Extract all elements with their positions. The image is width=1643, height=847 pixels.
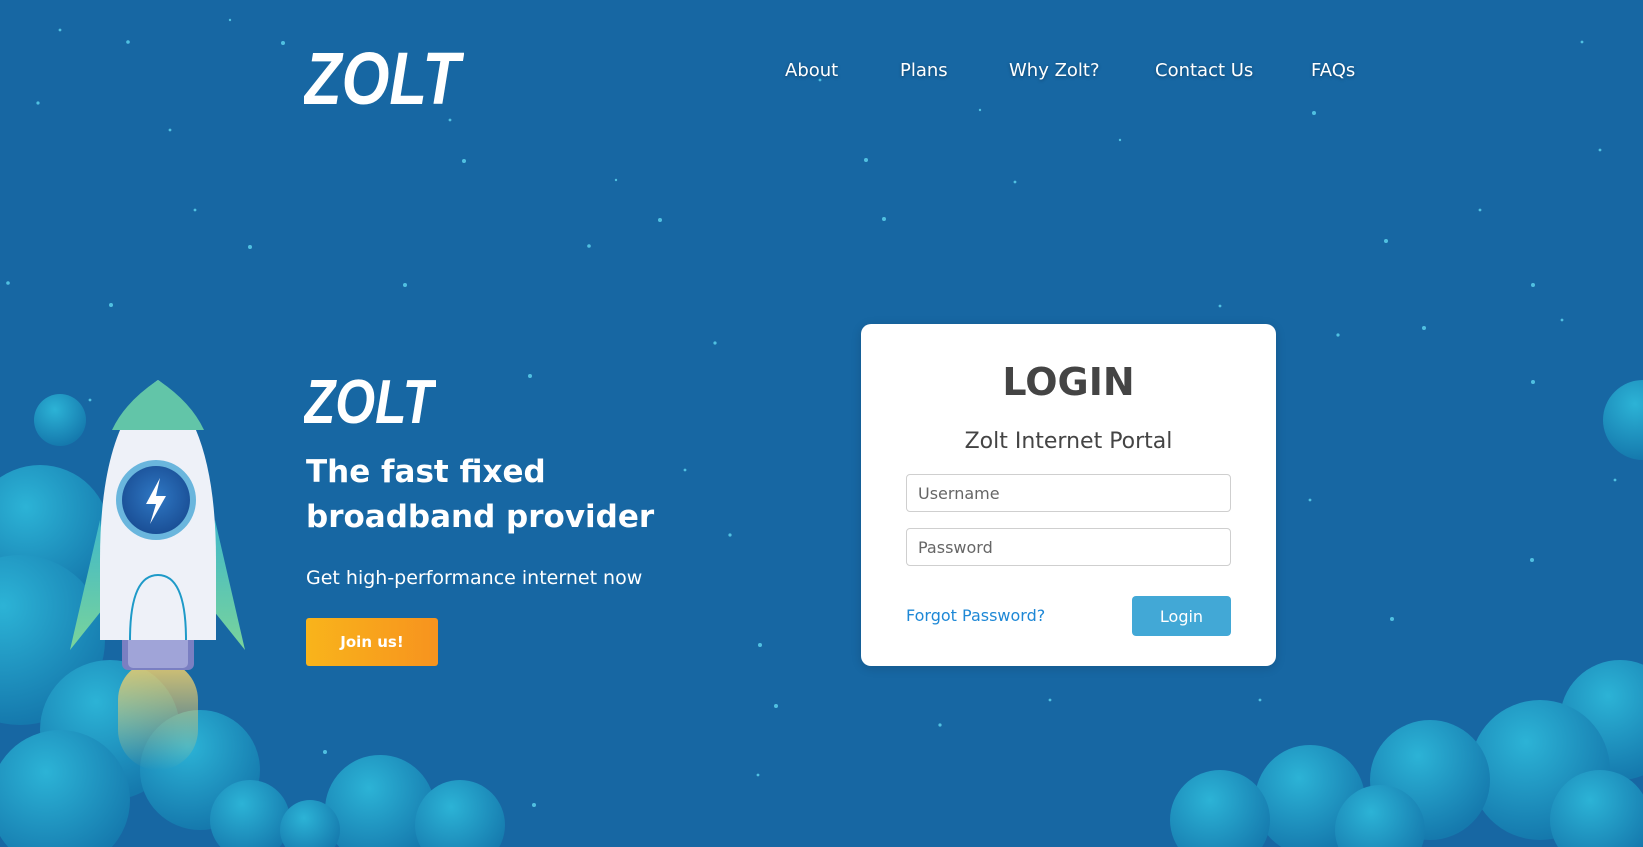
username-input[interactable] xyxy=(906,474,1231,512)
login-title: LOGIN xyxy=(1002,360,1135,404)
join-us-button[interactable]: Join us! xyxy=(306,618,438,666)
login-card: LOGIN Zolt Internet Portal Forgot Passwo… xyxy=(861,324,1276,666)
login-button[interactable]: Login xyxy=(1132,596,1231,636)
svg-text:ZOLT: ZOLT xyxy=(304,370,436,428)
stars xyxy=(6,18,1617,807)
nav-item-plans[interactable]: Plans xyxy=(900,60,948,81)
password-input[interactable] xyxy=(906,528,1231,566)
nav-item-contact-us[interactable]: Contact Us xyxy=(1155,60,1253,81)
hero-subtitle: Get high-performance internet now xyxy=(306,567,643,589)
background-art xyxy=(0,18,1643,847)
portal-subtitle: Zolt Internet Portal xyxy=(964,429,1173,454)
hero-title: The fast fixed broadband provider xyxy=(306,454,655,535)
nav-item-about[interactable]: About xyxy=(785,60,838,81)
hero-logo: ZOLT xyxy=(304,370,436,428)
nav-item-why-zolt[interactable]: Why Zolt? xyxy=(1009,60,1100,81)
nav-item-faqs[interactable]: FAQs xyxy=(1311,60,1355,81)
main-nav: About Plans Why Zolt? Contact Us FAQs xyxy=(0,60,1643,90)
forgot-password-link[interactable]: Forgot Password? xyxy=(906,606,1045,625)
